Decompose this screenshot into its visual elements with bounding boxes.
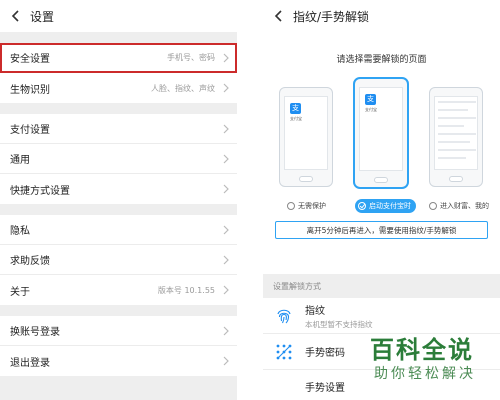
phone-screen	[434, 96, 478, 170]
placeholder-line	[438, 157, 466, 159]
alipay-logo-icon: 支	[290, 103, 301, 114]
chevron-right-icon	[223, 285, 229, 295]
chevron-right-icon	[223, 225, 229, 234]
radio-icon	[287, 202, 295, 210]
page-title: 设置	[30, 9, 55, 24]
settings-item-value: 人脸、指纹、声纹	[151, 83, 215, 93]
chevron-right-icon	[223, 326, 229, 335]
back-button[interactable]	[271, 9, 285, 23]
fingerprint-subtitle: 本机型暂不支持指纹	[305, 319, 373, 329]
panel-divider	[237, 0, 263, 400]
gesture-title: 手势密码	[305, 348, 345, 359]
settings-item-logout[interactable]: 退出登录	[0, 346, 237, 376]
fingerprint-method[interactable]: 指纹 本机型暂不支持指纹	[263, 298, 500, 334]
section-header: 设置解锁方式	[263, 274, 500, 298]
unlock-scope-options: 无需保护 启动支付宝时 进入财富、我的	[263, 197, 500, 217]
chevron-left-icon	[11, 10, 19, 22]
settings-item-switch-account[interactable]: 换账号登录	[0, 316, 237, 346]
placeholder-line	[438, 141, 470, 143]
settings-item-privacy[interactable]: 隐私	[0, 215, 237, 245]
placeholder-line	[438, 117, 476, 119]
placeholder-line	[438, 149, 476, 151]
settings-item-label: 快捷方式设置	[10, 185, 70, 197]
radio-checked-icon	[358, 202, 366, 210]
alipay-logo-icon: 支	[365, 94, 376, 105]
choose-page-prompt: 请选择需要解锁的页面	[336, 55, 427, 65]
settings-item-label: 支付设置	[10, 125, 50, 136]
watermark-logo: 百科全说 助你轻松解决	[370, 336, 496, 392]
chevron-right-icon	[223, 356, 229, 366]
chevron-left-icon	[274, 10, 282, 22]
settings-item-value: 版本号 10.1.55	[157, 285, 215, 295]
phone-screen: 支 支付宝	[284, 96, 328, 170]
chevron-right-icon	[223, 255, 229, 264]
option-wealth-mine[interactable]: 进入财富、我的	[429, 201, 489, 211]
chevron-right-icon	[223, 184, 229, 194]
fingerprint-title: 指纹	[305, 305, 325, 317]
chevron-right-icon	[223, 154, 229, 163]
settings-group: 安全设置 手机号、密码生物识别 人脸、指纹、声纹	[0, 43, 237, 103]
settings-item-label: 换账号登录	[10, 327, 60, 338]
settings-header: 设置	[0, 0, 237, 32]
settings-item-label: 求助反馈	[10, 256, 50, 267]
chevron-right-icon	[223, 124, 229, 133]
home-button	[449, 176, 463, 182]
settings-list: 安全设置 手机号、密码生物识别 人脸、指纹、声纹支付设置通用快捷方式设置 隐私求助反馈…	[0, 43, 237, 376]
option-label: 无需保护	[298, 202, 326, 210]
settings-item-shortcuts[interactable]: 快捷方式设置	[0, 174, 237, 204]
fingerprint-icon	[273, 305, 295, 327]
alipay-label: 支付宝	[365, 107, 377, 112]
settings-group: 隐私求助反馈关于 版本号 10.1.55	[0, 215, 237, 305]
home-button	[374, 177, 388, 183]
settings-panel: 设置 安全设置 手机号、密码生物识别 人脸、指纹、声纹支付设置通用快捷方式设置 隐私求…	[0, 0, 237, 400]
gesture-settings-label: 手势设置	[305, 382, 345, 394]
home-button	[299, 176, 313, 182]
phone-preview-wealth[interactable]	[429, 87, 483, 187]
option-on-launch[interactable]: 启动支付宝时	[355, 199, 416, 213]
settings-item-biometrics[interactable]: 生物识别 人脸、指纹、声纹	[0, 73, 237, 103]
settings-item-label: 安全设置	[10, 54, 50, 65]
settings-item-label: 关于	[10, 286, 30, 298]
settings-item-payment[interactable]: 支付设置	[0, 114, 237, 144]
chevron-right-icon	[223, 83, 229, 93]
placeholder-line	[438, 109, 468, 111]
placeholder-line	[438, 101, 476, 103]
placeholder-line	[438, 133, 476, 135]
settings-item-security[interactable]: 安全设置 手机号、密码	[0, 43, 237, 73]
timeout-tip: 离开5分钟后再进入，需要使用指纹/手势解锁	[275, 221, 488, 239]
option-no-protection[interactable]: 无需保护	[287, 201, 326, 211]
back-button[interactable]	[8, 9, 22, 23]
chevron-right-icon	[223, 53, 229, 62]
settings-item-value: 手机号、密码	[167, 53, 215, 62]
phone-screen: 支 支付宝	[359, 87, 403, 171]
settings-item-about[interactable]: 关于 版本号 10.1.55	[0, 275, 237, 305]
phone-previews: 支 支付宝 支 支付宝	[263, 77, 500, 197]
settings-item-general[interactable]: 通用	[0, 144, 237, 174]
radio-icon	[429, 202, 437, 210]
gesture-grid-icon	[273, 341, 295, 363]
watermark-line1: 百科全说	[370, 336, 474, 364]
settings-item-label: 退出登录	[10, 357, 50, 369]
watermark-line2: 助你轻松解决	[374, 366, 476, 382]
phone-preview-none[interactable]: 支 支付宝	[279, 87, 333, 187]
placeholder-line	[438, 125, 464, 127]
settings-item-label: 隐私	[10, 226, 30, 237]
settings-group: 换账号登录 退出登录	[0, 316, 237, 376]
option-label: 启动支付宝时	[369, 202, 411, 210]
settings-item-help-feedback[interactable]: 求助反馈	[0, 245, 237, 275]
phone-preview-launch[interactable]: 支 支付宝	[353, 77, 409, 189]
settings-group: 支付设置通用快捷方式设置	[0, 114, 237, 204]
alipay-label: 支付宝	[290, 116, 302, 121]
page-title: 指纹/手势解锁	[293, 9, 370, 24]
settings-item-label: 生物识别	[10, 84, 50, 96]
unlock-header: 指纹/手势解锁	[263, 0, 500, 32]
option-label: 进入财富、我的	[440, 202, 489, 210]
settings-item-label: 通用	[10, 155, 30, 166]
